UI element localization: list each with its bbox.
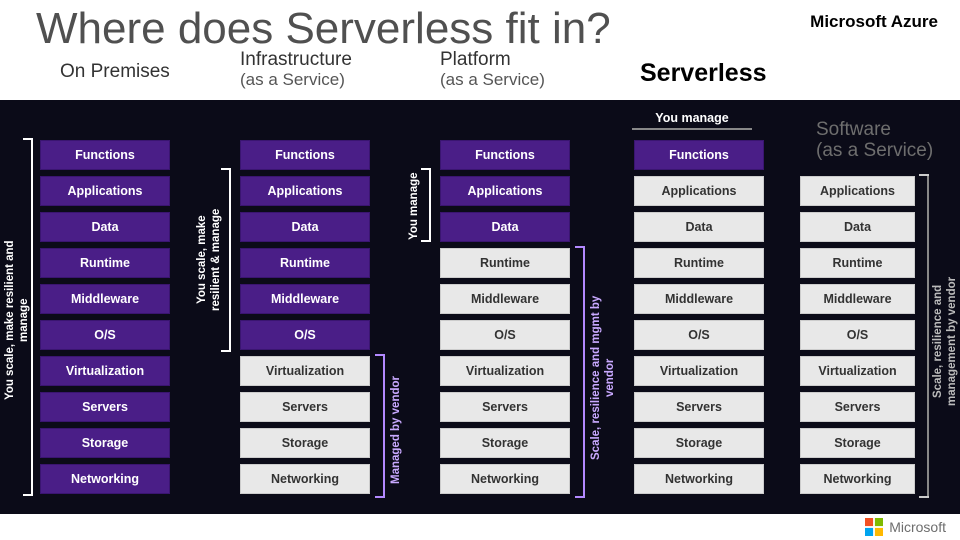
layer-cell: Networking [634,464,764,494]
layer-cell: Storage [40,428,170,458]
layer-cell: Applications [634,176,764,206]
stack-saas: Applications Data Runtime Middleware O/S… [800,176,915,500]
layer-cell: Runtime [40,248,170,278]
col-head-saas: Software(as a Service) [816,120,933,162]
page-title: Where does Serverless fit in? [36,4,611,54]
layer-cell: Servers [40,392,170,422]
side-label-iaas-vendor: Managed by vendor [390,370,404,490]
bracket-icon [380,356,385,496]
layer-cell: Data [40,212,170,242]
layer-cell: Networking [800,464,915,494]
layer-cell: Runtime [634,248,764,278]
layer-cell: Data [440,212,570,242]
layer-cell: Storage [800,428,915,458]
layer-cell: Applications [40,176,170,206]
stack-paas: Functions Applications Data Runtime Midd… [440,140,570,500]
side-label-paas-vendor: Scale, resilience and mgmt by vendor [590,278,618,478]
stack-iaas: Functions Applications Data Runtime Midd… [240,140,370,500]
layer-cell: Middleware [440,284,570,314]
layer-cell: O/S [634,320,764,350]
layer-cell: Servers [440,392,570,422]
side-label-iaas-you: You scale, make resilient & manage [196,190,224,330]
layer-cell: Functions [634,140,764,170]
stack-onprem: Functions Applications Data Runtime Midd… [40,140,170,500]
layer-cell: Functions [240,140,370,170]
side-label-saas: Scale, resilience and management by vend… [932,246,960,436]
layer-cell: Storage [634,428,764,458]
layer-cell: Applications [440,176,570,206]
layer-cell: Data [240,212,370,242]
col-head-paas: Platform(as a Service) [440,50,545,90]
layer-cell: Middleware [40,284,170,314]
layer-cell: Networking [240,464,370,494]
layer-cell: Runtime [240,248,370,278]
layer-cell: O/S [240,320,370,350]
side-label-onprem: You scale, make resilient and manage [4,220,32,420]
layer-cell: Virtualization [800,356,915,386]
col-head-onprem: On Premises [60,62,170,83]
layer-cell: Runtime [800,248,915,278]
layer-cell: Runtime [440,248,570,278]
bracket-icon [580,248,585,496]
layer-cell: Storage [440,428,570,458]
col-head-iaas: Infrastructure(as a Service) [240,50,352,90]
brand-label: Microsoft Azure [810,12,938,32]
microsoft-logo-icon [865,518,883,536]
layer-cell: Servers [240,392,370,422]
layer-cell: Virtualization [634,356,764,386]
layer-cell: Virtualization [440,356,570,386]
layer-cell: Servers [634,392,764,422]
layer-cell: Applications [240,176,370,206]
layer-cell: O/S [40,320,170,350]
layer-cell: Virtualization [40,356,170,386]
bracket-icon [226,170,231,350]
layer-cell: Networking [440,464,570,494]
bracket-icon [924,176,929,496]
layer-cell: Middleware [634,284,764,314]
bracket-icon [426,170,431,240]
layer-cell: Functions [40,140,170,170]
layer-cell: Servers [800,392,915,422]
col-head-serverless: Serverless [640,60,767,88]
stack-serverless: Functions Applications Data Runtime Midd… [634,140,764,500]
layer-cell: Data [634,212,764,242]
layer-cell: Middleware [800,284,915,314]
layer-cell: Networking [40,464,170,494]
layer-cell: Data [800,212,915,242]
layer-cell: Applications [800,176,915,206]
layer-cell: Middleware [240,284,370,314]
you-manage-top-label: You manage [632,108,752,130]
side-label-paas-you: You manage [408,170,422,242]
layer-cell: Functions [440,140,570,170]
layer-cell: O/S [440,320,570,350]
layer-cell: Storage [240,428,370,458]
layer-cell: Virtualization [240,356,370,386]
layer-cell: O/S [800,320,915,350]
footer-brand: Microsoft [865,518,946,536]
